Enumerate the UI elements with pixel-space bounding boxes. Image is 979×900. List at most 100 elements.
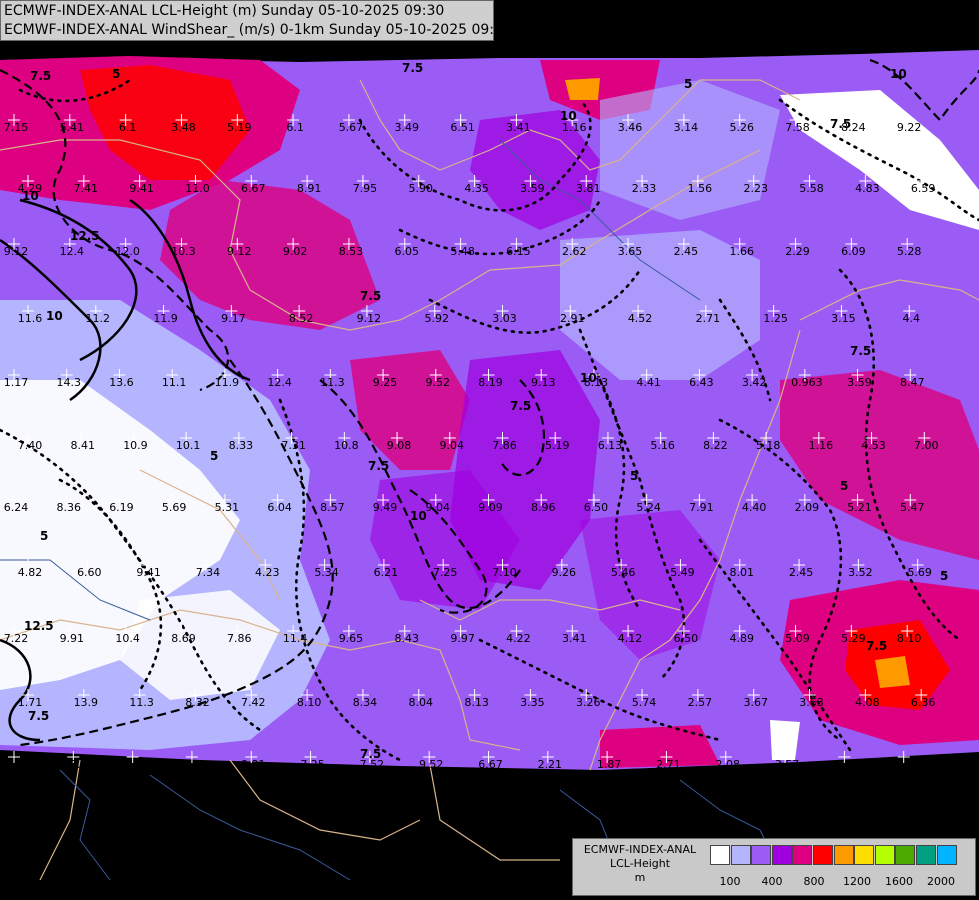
- station-value-label: 9.13: [531, 376, 556, 389]
- station-value-label: 0.963: [791, 376, 823, 389]
- station-value-label: 14.3: [56, 376, 81, 389]
- legend-swatch: [874, 845, 895, 865]
- contour-value-label: 7.5: [360, 289, 381, 303]
- station-value-label: 5.24: [636, 501, 661, 514]
- station-value-label: 10.3: [171, 245, 196, 258]
- legend-tick-label: 1200: [843, 875, 871, 888]
- station-value-label: 3.59: [847, 376, 872, 389]
- station-value-label: 5.18: [756, 439, 781, 452]
- station-value-label: 5.46: [611, 566, 636, 579]
- station-value-label: 3.65: [618, 245, 643, 258]
- station-value-label: 4.89: [729, 632, 754, 645]
- station-value-label: 8.41: [70, 439, 95, 452]
- station-value-label: 5.21: [847, 501, 872, 514]
- station-value-label: 6.47: [834, 758, 859, 771]
- station-value-label: 3.41: [562, 632, 587, 645]
- station-value-label: 8.04: [409, 696, 434, 709]
- station-value-label: 8.13: [464, 696, 489, 709]
- station-value-label: 5.69: [907, 566, 932, 579]
- station-value-label: 8.44: [182, 758, 207, 771]
- contour-value-label: 12.5: [70, 229, 100, 243]
- contour-value-label: 7.5: [510, 399, 531, 413]
- legend-tick-labels: 100 400 800 1200 1600 2000: [710, 875, 970, 889]
- station-value-label: 5.67: [339, 121, 364, 134]
- station-value-label: 9.08: [387, 439, 412, 452]
- station-value-label: 9.97: [450, 632, 475, 645]
- station-value-label: 8.47: [900, 376, 925, 389]
- legend-swatch: [710, 845, 730, 865]
- legend-variable-name: LCL-Height: [609, 857, 671, 870]
- station-value-label: 5.69: [162, 501, 187, 514]
- legend-tick-label: 800: [803, 875, 825, 888]
- station-value-label: 2.33: [632, 182, 657, 195]
- station-value-label: 6.15: [506, 245, 531, 258]
- station-value-label: 9.04: [440, 439, 465, 452]
- station-value-label: 9.17: [221, 312, 246, 325]
- legend-title: ECMWF-INDEX-ANAL LCL-Height m: [576, 843, 704, 885]
- contour-value-label: 5: [210, 449, 218, 463]
- station-value-label: 5.74: [632, 696, 657, 709]
- station-value-label: 11.6: [18, 312, 43, 325]
- station-value-label: 5.16: [650, 439, 675, 452]
- station-value-label: 5.48: [450, 245, 475, 258]
- station-value-label: 8.32: [185, 696, 210, 709]
- station-value-label: 3.46: [618, 121, 643, 134]
- station-value-label: 4.4: [902, 312, 920, 325]
- station-value-label: 9.65: [339, 632, 364, 645]
- station-value-label: 9.52: [419, 758, 444, 771]
- station-value-label: 10.1: [176, 439, 201, 452]
- station-value-label: 2.21: [538, 758, 563, 771]
- station-value-label: 11.3: [320, 376, 345, 389]
- legend-model-name: ECMWF-INDEX-ANAL: [583, 843, 697, 856]
- legend-tick-label: 2000: [927, 875, 955, 888]
- title-line-wind-shear: ECMWF-INDEX-ANAL WindShear_ (m/s) 0-1km …: [4, 22, 512, 38]
- station-value-label: 1.25: [763, 312, 788, 325]
- station-value-label: 3.26: [576, 696, 601, 709]
- station-value-label: 5.29: [841, 632, 866, 645]
- contour-value-label: 7.5: [850, 344, 871, 358]
- legend-swatch: [730, 845, 751, 865]
- weather-map: 7.15 5.41 6.1 3.48 5.19 6.1 5.67 3.49 6.51 3.41 1.…: [0, 0, 979, 900]
- contour-value-label: 10: [22, 189, 39, 203]
- station-value-label: 7.86: [227, 632, 252, 645]
- station-value-label: 2.91: [560, 312, 585, 325]
- station-value-label: 7.34: [196, 566, 221, 579]
- station-value-label: 7.86: [492, 439, 517, 452]
- station-value-label: 2.57: [688, 696, 713, 709]
- station-value-label: 4.35: [464, 182, 489, 195]
- station-value-label: 2.29: [785, 245, 810, 258]
- station-value-label: 9.41: [129, 182, 154, 195]
- contour-value-label: 10: [580, 371, 597, 385]
- station-value-label: 3.57: [775, 758, 800, 771]
- station-value-label: 1.16: [809, 439, 834, 452]
- station-value-label: 7.10: [492, 566, 517, 579]
- lcl-height-field: [0, 50, 979, 770]
- station-value-label: 2.45: [789, 566, 814, 579]
- contour-value-label: 5: [630, 469, 638, 483]
- station-value-label: 4.23: [255, 566, 280, 579]
- station-value-label: 12.1: [63, 758, 88, 771]
- station-value-label: 9.41: [136, 566, 161, 579]
- contour-value-label: 5: [940, 569, 948, 583]
- station-value-label: 7.00: [914, 439, 939, 452]
- station-value-label: 12.0: [115, 245, 140, 258]
- station-value-label: 2.71: [656, 758, 681, 771]
- map-title-box: ECMWF-INDEX-ANAL LCL-Height (m) Sunday 0…: [0, 0, 512, 41]
- station-value-label: 3.59: [520, 182, 545, 195]
- legend-swatch: [895, 845, 916, 865]
- station-value-label: 3.42: [742, 376, 767, 389]
- station-value-label: 5.41: [60, 121, 85, 134]
- station-value-label: 6.60: [77, 566, 102, 579]
- station-value-label: 6.04: [4, 758, 29, 771]
- station-value-label: 9.12: [4, 245, 29, 258]
- station-value-label: 8.22: [703, 439, 728, 452]
- station-value-label: 5.19: [227, 121, 252, 134]
- legend-swatch: [915, 845, 936, 865]
- station-value-label: 5.58: [799, 182, 824, 195]
- station-value-label: 7.25: [300, 758, 325, 771]
- station-value-label: 8.96: [531, 501, 556, 514]
- station-value-label: 4.08: [855, 696, 880, 709]
- station-value-label: 4.53: [861, 439, 886, 452]
- title-line-lcl-height: ECMWF-INDEX-ANAL LCL-Height (m) Sunday 0…: [4, 3, 445, 19]
- legend-tick-label: 1600: [885, 875, 913, 888]
